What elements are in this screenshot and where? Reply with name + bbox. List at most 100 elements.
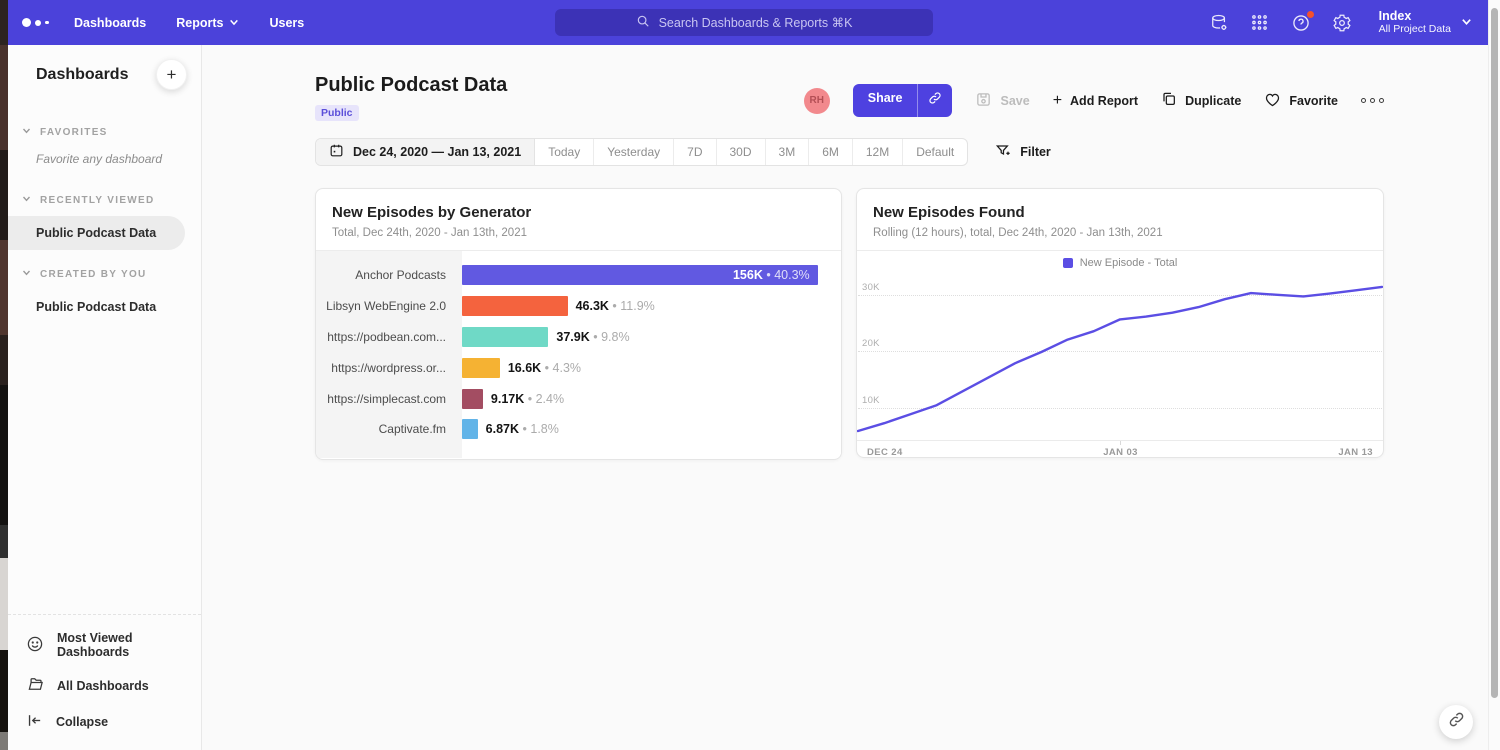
sidebar-title: Dashboards <box>36 66 128 84</box>
bar-row-https-wordpress-or: https://wordpress.or... 16.6K • 4.3% <box>316 352 841 383</box>
scrollbar-thumb[interactable] <box>1491 8 1498 698</box>
apps-grid-icon[interactable] <box>1250 13 1270 33</box>
add-report-button[interactable]: + Add Report <box>1053 94 1138 108</box>
x-axis-label: JAN 03 <box>1103 447 1138 458</box>
collapse-icon <box>26 712 43 732</box>
line-chart-title: New Episodes Found <box>873 204 1367 221</box>
chevron-down-icon <box>229 16 239 30</box>
date-range-picker[interactable]: Dec 24, 2020 — Jan 13, 2021 <box>316 139 535 165</box>
date-range-bar: Dec 24, 2020 — Jan 13, 2021 TodayYesterd… <box>315 138 968 166</box>
bar-chart-body[interactable]: Anchor Podcasts 156K • 40.3% Libsyn WebE… <box>316 251 841 458</box>
share-button-group: Share <box>853 84 953 117</box>
bar-category-label: https://podbean.com... <box>316 330 462 344</box>
sidebar-section-created-by-you: CREATED BY YOU Public Podcast Data <box>8 260 201 324</box>
search-input[interactable]: Search Dashboards & Reports ⌘K <box>555 9 933 36</box>
public-badge: Public <box>315 105 359 121</box>
more-options-button[interactable] <box>1361 94 1384 107</box>
top-navbar: Dashboards Reports Users Search Dashboards… <box>8 0 1488 45</box>
data-source-icon[interactable] <box>1209 13 1229 33</box>
bar-fill[interactable] <box>462 296 568 316</box>
avatar[interactable]: RH <box>804 88 830 114</box>
legend-label: New Episode - Total <box>1080 257 1178 269</box>
page-scrollbar[interactable] <box>1488 0 1500 750</box>
sidebar-footer-collapse[interactable]: Collapse <box>8 704 201 740</box>
sidebar-footer: Most Viewed Dashboards All Dashboards Co… <box>8 614 201 750</box>
bar-category-label: Anchor Podcasts <box>316 268 462 282</box>
bar-row-anchor-podcasts: Anchor Podcasts 156K • 40.3% <box>316 260 841 291</box>
bar-fill[interactable] <box>462 358 500 378</box>
line-chart-plot[interactable]: 30K20K10K <box>858 274 1382 440</box>
nav-right: Index All Project Data <box>1209 9 1472 36</box>
link-icon <box>1448 711 1465 733</box>
project-switcher[interactable]: Index All Project Data <box>1379 9 1472 36</box>
nav-item-reports[interactable]: Reports <box>176 16 239 30</box>
bar-value-label: 46.3K • 11.9% <box>576 299 655 313</box>
plus-icon: + <box>1053 95 1062 107</box>
line-chart-x-axis: DEC 24JAN 03JAN 13 <box>857 440 1383 458</box>
date-preset-7d[interactable]: 7D <box>674 139 716 165</box>
search-icon <box>636 14 650 31</box>
sidebar-section-header[interactable]: RECENTLY VIEWED <box>8 186 201 214</box>
copy-link-floating-button[interactable] <box>1439 705 1473 739</box>
nav-links: Dashboards Reports Users <box>74 16 304 30</box>
bar-category-label: Libsyn WebEngine 2.0 <box>316 299 462 313</box>
filter-funnel-icon <box>995 143 1011 162</box>
nav-item-users[interactable]: Users <box>269 16 304 30</box>
settings-gear-icon[interactable] <box>1332 13 1352 33</box>
bar-fill[interactable] <box>462 389 483 409</box>
sidebar-section-header[interactable]: FAVORITES <box>8 118 201 146</box>
sidebar-section-favorites: FAVORITES Favorite any dashboard <box>8 118 201 178</box>
date-preset-default[interactable]: Default <box>903 139 967 165</box>
app-screen: Dashboards Reports Users Search Dashboards… <box>0 0 1500 750</box>
sidebar-empty-hint: Favorite any dashboard <box>8 146 201 178</box>
filter-button[interactable]: Filter <box>995 143 1051 162</box>
sidebar-footer-most-viewed-dashboards[interactable]: Most Viewed Dashboards <box>8 623 201 667</box>
bar-value-label: 9.17K • 2.4% <box>491 392 564 406</box>
date-preset-12m[interactable]: 12M <box>853 139 903 165</box>
sidebar-item-public-podcast-data[interactable]: Public Podcast Data <box>8 216 185 250</box>
x-axis-label: JAN 13 <box>1338 447 1373 458</box>
bar-value-label: 156K • 40.3% <box>733 268 810 282</box>
nav-item-dashboards[interactable]: Dashboards <box>74 16 146 30</box>
share-link-button[interactable] <box>917 84 952 117</box>
new-dashboard-button[interactable]: + <box>156 59 187 90</box>
header-actions: RH Share Save <box>804 84 1384 117</box>
bar-fill[interactable] <box>462 327 548 347</box>
search-placeholder: Search Dashboards & Reports ⌘K <box>659 15 853 30</box>
sidebar-sections: FAVORITES Favorite any dashboard RECENTL… <box>8 118 201 324</box>
bar-row-https-simplecast-com: https://simplecast.com 9.17K • 2.4% <box>316 383 841 414</box>
bar-fill[interactable] <box>462 419 478 439</box>
bar-category-label: https://simplecast.com <box>316 392 462 406</box>
chevron-down-icon <box>22 126 31 138</box>
bar-chart-subtitle: Total, Dec 24th, 2020 - Jan 13th, 2021 <box>332 227 825 239</box>
bar-row-libsyn-webengine-2-0: Libsyn WebEngine 2.0 46.3K • 11.9% <box>316 291 841 322</box>
save-icon <box>975 91 992 111</box>
date-preset-6m[interactable]: 6M <box>809 139 853 165</box>
folder-icon <box>26 675 44 696</box>
date-preset-today[interactable]: Today <box>535 139 594 165</box>
chevron-down-icon <box>1461 14 1472 32</box>
date-preset-3m[interactable]: 3M <box>766 139 810 165</box>
desktop-edge-strip <box>0 0 8 750</box>
date-preset-yesterday[interactable]: Yesterday <box>594 139 674 165</box>
legend-swatch <box>1063 258 1073 268</box>
favorite-button[interactable]: Favorite <box>1264 91 1338 111</box>
duplicate-button[interactable]: Duplicate <box>1161 91 1241 110</box>
calendar-icon <box>329 143 344 161</box>
notification-badge <box>1306 10 1315 19</box>
bar-row-captivate-fm: Captivate.fm 6.87K • 1.8% <box>316 414 841 445</box>
share-button[interactable]: Share <box>853 84 918 117</box>
sidebar: Dashboards + FAVORITES Favorite any dash… <box>8 45 202 750</box>
mixpanel-logo-icon[interactable] <box>22 18 56 27</box>
sidebar-section-header[interactable]: CREATED BY YOU <box>8 260 201 288</box>
date-preset-30d[interactable]: 30D <box>717 139 766 165</box>
chevron-down-icon <box>22 268 31 280</box>
bar-fill[interactable]: 156K • 40.3% <box>462 265 818 285</box>
save-button[interactable]: Save <box>975 91 1029 111</box>
project-name: Index <box>1379 9 1451 23</box>
help-icon[interactable] <box>1291 13 1311 33</box>
sidebar-footer-all-dashboards[interactable]: All Dashboards <box>8 667 201 704</box>
bar-chart-title: New Episodes by Generator <box>332 204 825 221</box>
sidebar-item-public-podcast-data[interactable]: Public Podcast Data <box>8 290 185 324</box>
heart-icon <box>1264 91 1281 111</box>
